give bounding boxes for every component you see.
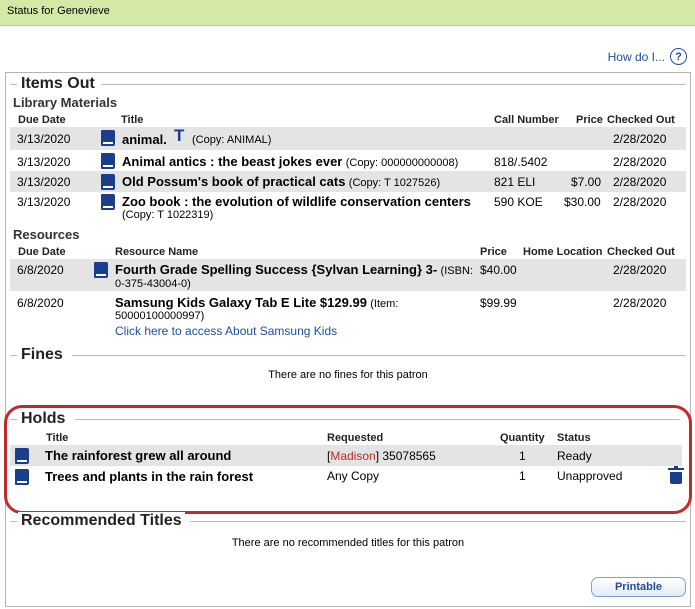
resource-detail: (Item: [370, 298, 399, 310]
book-icon [15, 469, 29, 485]
call-number: 818/.5402 [494, 155, 548, 169]
book-icon [101, 174, 115, 190]
item-title[interactable]: Animal antics : the beast jokes ever [122, 154, 342, 169]
checked-out-date: 2/28/2020 [613, 175, 667, 189]
items-out-heading: Items Out [18, 75, 98, 93]
item-title[interactable]: Old Possum's book of practical cats [122, 174, 345, 189]
col-home-location: Home Location [523, 246, 603, 258]
printable-button[interactable]: Printable [591, 577, 686, 597]
due-date: 6/8/2020 [17, 263, 64, 277]
section-rule [190, 521, 686, 522]
section-rule [101, 84, 686, 85]
copy-info: (Copy: T 1022319) [122, 209, 214, 221]
call-number: 590 KOE [494, 195, 543, 209]
col-call-number: Call Number [494, 114, 559, 126]
due-date: 3/13/2020 [17, 155, 71, 169]
section-rule [10, 84, 17, 85]
price: $30.00 [564, 195, 601, 209]
fines-heading: Fines [18, 346, 66, 364]
col-checked-out: Checked Out [607, 114, 675, 126]
trash-icon[interactable] [668, 466, 684, 484]
library-materials-heading: Library Materials [13, 95, 118, 110]
hold-quantity: 1 [519, 469, 526, 483]
resource-name-cell: Samsung Kids Galaxy Tab E Lite $129.99 (… [115, 295, 398, 310]
item-title[interactable]: Zoo book : the evolution of wildlife con… [122, 194, 471, 209]
no-recommended-message: There are no recommended titles for this… [231, 537, 465, 549]
col-requested: Requested [327, 432, 384, 444]
call-number: 821 ELI [494, 175, 536, 189]
item-title[interactable]: animal. [122, 132, 167, 147]
due-date: 6/8/2020 [17, 296, 64, 310]
checked-out-date: 2/28/2020 [613, 132, 667, 146]
resource-detail-cont: 0-375-43004-0) [115, 278, 191, 290]
branch-name: Madison [330, 449, 376, 463]
col-resource-name: Resource Name [115, 246, 199, 258]
help-icon[interactable]: ? [670, 48, 687, 65]
book-icon [101, 130, 115, 146]
copy-info: (Copy: ANIMAL) [192, 134, 272, 146]
recommended-heading: Recommended Titles [18, 512, 185, 530]
resource-name-cell: Fourth Grade Spelling Success {Sylvan Le… [115, 262, 473, 277]
col-due-date: Due Date [18, 114, 66, 126]
no-fines-message: There are no fines for this patron [268, 369, 428, 381]
text-format-icon: T [174, 126, 185, 145]
section-rule [10, 521, 17, 522]
hold-title[interactable]: The rainforest grew all around [45, 448, 231, 463]
page-title: Status for Genevieve [7, 5, 110, 17]
resources-heading: Resources [13, 227, 80, 242]
book-icon [15, 448, 29, 464]
resource-name[interactable]: Fourth Grade Spelling Success {Sylvan Le… [115, 262, 437, 277]
checked-out-date: 2/28/2020 [613, 155, 667, 169]
checked-out-date: 2/28/2020 [613, 296, 667, 310]
hold-requested: [Madison] 35078565 [327, 449, 436, 463]
due-date: 3/13/2020 [17, 132, 71, 146]
how-do-i-label[interactable]: How do I... [608, 50, 665, 64]
section-rule [10, 355, 17, 356]
col-status: Status [557, 432, 591, 444]
hold-status: Ready [557, 449, 592, 463]
resource-name[interactable]: Samsung Kids Galaxy Tab E Lite $129.99 [115, 295, 367, 310]
resource-detail-cont: 50000100000997) [115, 310, 205, 322]
item-title-cell: Old Possum's book of practical cats (Cop… [122, 174, 440, 189]
price: $99.99 [480, 296, 517, 310]
about-samsung-kids-link[interactable]: Click here to access About Samsung Kids [115, 324, 337, 338]
hold-quantity: 1 [519, 449, 526, 463]
hold-status: Unapproved [557, 469, 623, 483]
checked-out-date: 2/28/2020 [613, 263, 667, 277]
copy-info: (Copy: 000000000008) [345, 157, 459, 169]
item-title-cell: Animal antics : the beast jokes ever (Co… [122, 154, 458, 169]
col-price: Price [480, 246, 507, 258]
section-rule [75, 419, 680, 420]
hold-title[interactable]: Trees and plants in the rain forest [45, 469, 253, 484]
due-date: 3/13/2020 [17, 195, 71, 209]
due-date: 3/13/2020 [17, 175, 71, 189]
how-do-i-link[interactable]: How do I... ? [608, 48, 687, 65]
col-title: Title [46, 432, 69, 444]
section-rule [10, 419, 17, 420]
book-icon [94, 262, 108, 278]
hold-requested: Any Copy [327, 469, 380, 483]
price: $40.00 [480, 263, 517, 277]
request-number: 35078565 [382, 449, 436, 463]
item-title-cell: animal. [122, 132, 167, 147]
holds-heading: Holds [18, 410, 69, 428]
col-due-date: Due Date [18, 246, 66, 258]
section-rule [72, 355, 686, 356]
col-checked-out: Checked Out [607, 246, 675, 258]
resource-detail: (ISBN: [440, 265, 473, 277]
col-title: Title [121, 114, 144, 126]
book-icon [101, 194, 115, 210]
checked-out-date: 2/28/2020 [613, 195, 667, 209]
book-icon [101, 153, 115, 169]
price: $7.00 [571, 175, 602, 189]
col-quantity: Quantity [500, 432, 545, 444]
col-price: Price [576, 114, 603, 126]
copy-info: (Copy: T 1027526) [348, 177, 441, 189]
item-title-cell: Zoo book : the evolution of wildlife con… [122, 194, 471, 209]
status-header-bar: Status for Genevieve [0, 0, 695, 26]
